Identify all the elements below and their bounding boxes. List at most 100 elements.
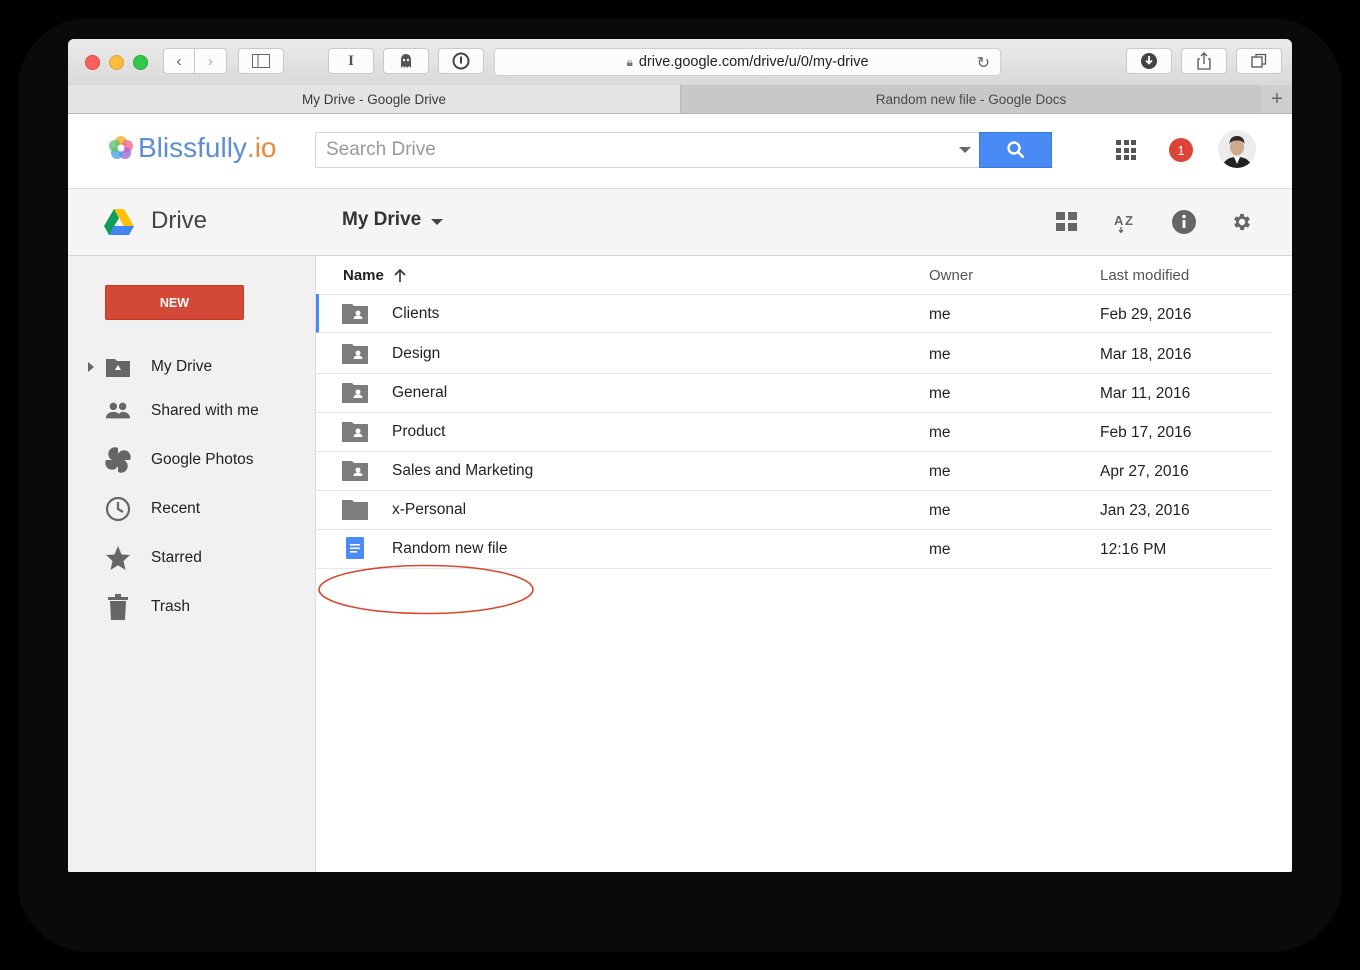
grid-view-button[interactable] <box>1054 209 1080 235</box>
file-modified: Apr 27, 2016 <box>1100 463 1189 480</box>
tabs-overview-button[interactable] <box>1236 48 1282 74</box>
brand-logo[interactable]: Blissfully .io <box>106 132 277 164</box>
password-button[interactable] <box>438 48 484 74</box>
file-modified: Jan 23, 2016 <box>1100 502 1190 519</box>
reader-icon: I <box>348 52 354 69</box>
shared-icon <box>105 398 131 424</box>
grid-view-icon <box>1056 212 1077 231</box>
info-icon <box>1172 210 1196 234</box>
password-icon <box>452 52 470 70</box>
sidebar-item-starred[interactable]: Starred <box>68 541 315 575</box>
minimize-window-button[interactable] <box>109 55 124 70</box>
file-modified: Mar 11, 2016 <box>1100 385 1191 402</box>
search-icon <box>1006 141 1024 159</box>
file-owner: me <box>929 346 951 363</box>
avatar[interactable] <box>1218 130 1256 168</box>
google-drive-logo-icon[interactable] <box>104 209 134 235</box>
sidebar-item-shared-with-me[interactable]: Shared with me <box>68 394 315 428</box>
new-button[interactable]: NEW <box>105 285 244 320</box>
file-modified: 12:16 PM <box>1100 541 1167 558</box>
drive-header: Blissfully.io 1 <box>68 114 1292 189</box>
tabs-icon <box>1251 53 1267 68</box>
shared-folder-icon <box>342 422 368 442</box>
shared-folder-icon <box>342 383 368 403</box>
file-owner: me <box>929 306 951 323</box>
back-icon: ‹ <box>176 52 182 70</box>
column-label: Name <box>343 267 384 284</box>
trash-icon <box>105 594 131 620</box>
sidebar-item-label: Starred <box>151 549 202 566</box>
clock-icon <box>105 496 131 522</box>
file-name: Clients <box>392 305 440 322</box>
file-name: x-Personal <box>392 501 467 518</box>
file-list: Name Owner Last modified Clients me Feb … <box>316 256 1292 872</box>
file-modified: Mar 18, 2016 <box>1100 346 1192 363</box>
sidebar-item-recent[interactable]: Recent <box>68 492 315 526</box>
file-owner: me <box>929 502 951 519</box>
column-header-last-modified[interactable]: Last modified <box>1100 267 1189 284</box>
search-input[interactable] <box>316 138 959 162</box>
reload-icon[interactable]: ↻ <box>977 53 990 73</box>
forward-button[interactable]: › <box>195 48 227 74</box>
search-options-icon[interactable] <box>959 147 971 153</box>
download-icon <box>1141 53 1157 69</box>
table-row[interactable]: Random new file me 12:16 PM <box>316 529 1272 569</box>
file-name: Design <box>392 345 441 362</box>
ghostery-icon <box>401 54 411 68</box>
column-header-name[interactable]: Name <box>343 267 408 284</box>
sidebar-icon <box>252 54 270 68</box>
sidebar-toggle-button[interactable] <box>238 48 284 74</box>
google-doc-icon <box>346 537 364 559</box>
shared-folder-icon <box>342 461 368 481</box>
my-drive-icon <box>105 354 131 380</box>
downloads-button[interactable] <box>1126 48 1172 74</box>
close-window-button[interactable] <box>85 55 100 70</box>
table-row[interactable]: Design me Mar 18, 2016 <box>316 334 1272 374</box>
share-button[interactable] <box>1181 48 1227 74</box>
sidebar-item-label: My Drive <box>151 358 213 375</box>
browser-window: ‹ › I 🔒︎ drive.google.com/drive/u/0/my-d… <box>68 39 1292 872</box>
reader-button[interactable]: I <box>328 48 374 74</box>
new-tab-button[interactable]: + <box>1262 85 1292 113</box>
sidebar-item-label: Trash <box>151 598 191 615</box>
column-header-owner[interactable]: Owner <box>929 267 973 284</box>
apps-grid-icon[interactable] <box>1116 140 1136 160</box>
expand-arrow-icon[interactable] <box>88 362 94 372</box>
share-icon <box>1197 52 1211 70</box>
details-button[interactable] <box>1171 209 1197 235</box>
back-button[interactable]: ‹ <box>163 48 195 74</box>
list-header: Name Owner Last modified <box>316 256 1292 295</box>
ghostery-button[interactable] <box>383 48 429 74</box>
brand-suffix: .io <box>246 132 277 163</box>
table-row[interactable]: Clients me Feb 29, 2016 <box>316 294 1272 333</box>
plus-icon: + <box>1271 87 1283 110</box>
sidebar-item-my-drive[interactable]: My Drive <box>68 350 315 384</box>
search-button[interactable] <box>979 132 1052 168</box>
sort-button[interactable]: A Z <box>1112 209 1138 235</box>
lock-icon: 🔒︎ <box>626 54 633 69</box>
table-row[interactable]: x-Personal me Jan 23, 2016 <box>316 490 1272 530</box>
shared-folder-icon <box>342 304 368 324</box>
tab-random-new-file[interactable]: Random new file - Google Docs <box>681 85 1261 113</box>
file-name: General <box>392 384 448 401</box>
user-avatar-icon <box>1218 130 1256 168</box>
tab-my-drive[interactable]: My Drive - Google Drive <box>68 85 681 113</box>
sidebar-item-google-photos[interactable]: Google Photos <box>68 443 315 477</box>
table-row[interactable]: Product me Feb 17, 2016 <box>316 412 1272 452</box>
drive-title[interactable]: Drive <box>151 207 207 235</box>
table-row[interactable]: General me Mar 11, 2016 <box>316 373 1272 413</box>
table-row[interactable]: Sales and Marketing me Apr 27, 2016 <box>316 451 1272 491</box>
tab-bar: My Drive - Google Drive Random new file … <box>68 85 1292 114</box>
file-owner: me <box>929 463 951 480</box>
breadcrumb[interactable]: My Drive <box>342 209 444 231</box>
zoom-window-button[interactable] <box>133 55 148 70</box>
settings-button[interactable] <box>1229 209 1255 235</box>
file-owner: me <box>929 541 951 558</box>
file-name: Product <box>392 423 446 440</box>
file-modified: Feb 17, 2016 <box>1100 424 1192 441</box>
sidebar-item-trash[interactable]: Trash <box>68 590 315 624</box>
address-bar[interactable]: 🔒︎ drive.google.com/drive/u/0/my-drive ↻ <box>494 48 1001 76</box>
chevron-down-icon <box>431 218 444 225</box>
file-name: Sales and Marketing <box>392 462 534 479</box>
notification-badge[interactable]: 1 <box>1169 138 1193 162</box>
